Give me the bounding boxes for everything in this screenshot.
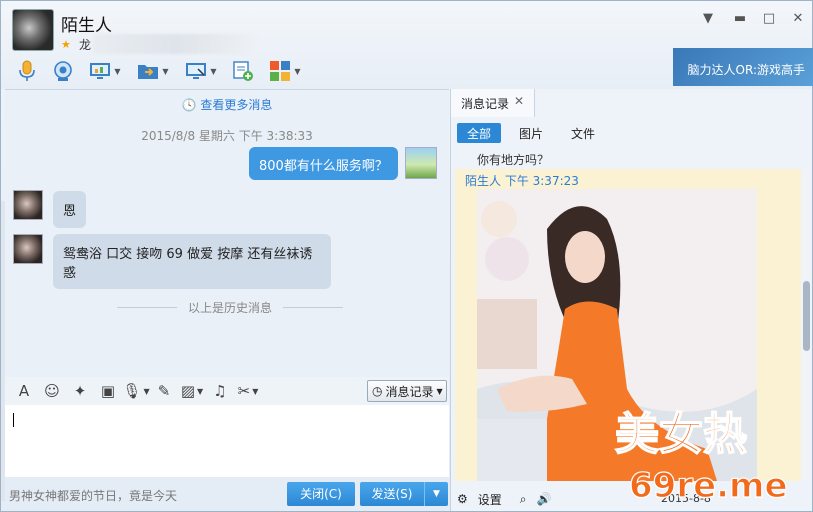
minimize-button[interactable]: ▬	[731, 11, 749, 27]
contact-avatar[interactable]	[12, 9, 54, 51]
video-clip-icon[interactable]: ▣	[97, 380, 119, 402]
message-history-button[interactable]: ◷ 消息记录 ▼	[367, 380, 447, 402]
send-button[interactable]: 发送(S) ▼	[360, 482, 448, 506]
contact-signature: 龙	[79, 38, 92, 52]
tab-label: 消息记录	[461, 97, 510, 111]
font-icon[interactable]: A	[13, 380, 35, 402]
footer-tip[interactable]: 男神女神都爱的节日，竟是今天	[9, 487, 177, 504]
video-call-icon	[54, 61, 72, 81]
scroll-thumb[interactable]	[803, 281, 810, 351]
send-options-chevron-icon[interactable]: ▼	[424, 482, 448, 506]
view-more-messages-link[interactable]: 🕓 查看更多消息	[5, 96, 449, 113]
note-add-icon	[233, 61, 253, 81]
contact-avatar-small[interactable]	[13, 234, 43, 264]
filter-images[interactable]: 图片	[509, 123, 553, 143]
history-footer: ⚙ 设置 ⌕ 🔊	[451, 487, 813, 511]
history-divider: 以上是历史消息	[117, 299, 343, 316]
photo-image	[477, 189, 757, 481]
contact-avatar-small[interactable]	[13, 190, 43, 220]
title-bar: 陌生人 ★ 龙 ▼ ▬ □ ✕ ▼ ▼ ▼ ▼ 脑力达人OR:游戏高手	[1, 1, 813, 89]
edit-icon[interactable]: ✎	[153, 380, 175, 402]
close-button[interactable]: 关闭(C)	[287, 482, 355, 506]
close-tab-icon[interactable]: ✕	[514, 94, 524, 108]
microphone-icon	[19, 60, 35, 81]
history-message: 你有地方吗？	[477, 153, 550, 167]
chevron-down-icon: ▼	[294, 66, 301, 76]
apps-grid-icon	[270, 61, 291, 81]
ad-banner[interactable]: 脑力达人OR:游戏高手	[673, 48, 813, 86]
their-message-bubble: 鸳鸯浴 口交 接吻 69 做爱 按摩 还有丝袜诱惑	[53, 234, 331, 289]
music-icon[interactable]: ♫	[209, 380, 231, 402]
emoji-icon[interactable]: ☺	[41, 380, 63, 402]
clock-icon: ◷	[372, 384, 383, 398]
text-caret	[13, 413, 14, 427]
search-icon[interactable]: ⌕	[520, 492, 527, 507]
chat-messages: 🕓 查看更多消息 2015/8/8 星期六 下午 3:38:33 800都有什么…	[5, 89, 449, 377]
video-call-button[interactable]	[47, 58, 79, 84]
history-sidebar: 消息记录 ✕ 全部 图片 文件 你有地方吗？ 陌生人 下午 3:37:23 ⚙ …	[450, 89, 812, 511]
file-transfer-button[interactable]: ▼	[131, 58, 175, 84]
apps-button[interactable]: ▼	[263, 58, 307, 84]
dropdown-icon[interactable]: ▼	[699, 11, 717, 27]
screen-share-icon	[90, 63, 111, 79]
my-message-bubble: 800都有什么服务啊？	[249, 147, 398, 180]
history-filter-tabs: 全部 图片 文件	[457, 123, 605, 143]
chevron-down-icon: ▼	[162, 66, 169, 76]
close-window-button[interactable]: ✕	[789, 11, 807, 27]
file-transfer-icon	[138, 65, 159, 79]
chevron-down-icon: ▼	[114, 66, 121, 76]
filter-all[interactable]: 全部	[457, 123, 502, 143]
speaker-icon[interactable]: 🔊	[537, 492, 552, 506]
window-edge	[1, 201, 5, 501]
contact-name[interactable]: 陌生人	[61, 11, 112, 36]
voice-call-button[interactable]	[11, 58, 43, 84]
image-icon[interactable]: ▨ ▼	[181, 380, 203, 402]
create-note-button[interactable]	[227, 58, 259, 84]
star-icon: ★	[61, 38, 71, 51]
selected-history-entry: 陌生人 下午 3:37:23	[455, 169, 801, 481]
my-avatar[interactable]	[405, 147, 437, 179]
settings-label[interactable]: 设置	[478, 491, 502, 508]
tab-message-history[interactable]: 消息记录 ✕	[451, 89, 535, 117]
message-input[interactable]	[5, 405, 449, 477]
clock-icon: 🕓	[181, 98, 197, 112]
chat-toolbar: ▼ ▼ ▼ ▼	[11, 57, 307, 85]
screenshot-scissors-icon[interactable]: ✂ ▼	[237, 380, 259, 402]
chevron-down-icon: ▼	[436, 386, 443, 396]
chevron-down-icon: ▼	[210, 66, 217, 76]
history-entry-header: 陌生人 下午 3:37:23	[465, 174, 579, 188]
nudge-icon[interactable]: ✦	[69, 380, 91, 402]
voice-message-icon[interactable]: 🎙 ▼	[122, 380, 149, 402]
remote-desktop-button[interactable]: ▼	[179, 58, 223, 84]
chat-window: 陌生人 ★ 龙 ▼ ▬ □ ✕ ▼ ▼ ▼ ▼ 脑力达人OR:游戏高手 🕓 查看…	[0, 0, 813, 512]
redacted-signature	[93, 34, 258, 54]
screen-share-button[interactable]: ▼	[83, 58, 127, 84]
message-timestamp: 2015/8/8 星期六 下午 3:38:33	[141, 129, 313, 143]
view-more-label: 查看更多消息	[200, 98, 273, 112]
history-button-label: 消息记录	[385, 384, 434, 399]
shared-photo[interactable]	[477, 189, 757, 481]
remote-desktop-icon	[186, 63, 207, 79]
send-label: 发送(S)	[371, 487, 413, 501]
their-message-bubble: 恩	[53, 191, 87, 228]
settings-icon[interactable]: ⚙	[457, 492, 468, 506]
maximize-button[interactable]: □	[760, 11, 778, 27]
history-date[interactable]: 2015-8-8	[661, 492, 711, 505]
filter-files[interactable]: 文件	[561, 123, 605, 143]
